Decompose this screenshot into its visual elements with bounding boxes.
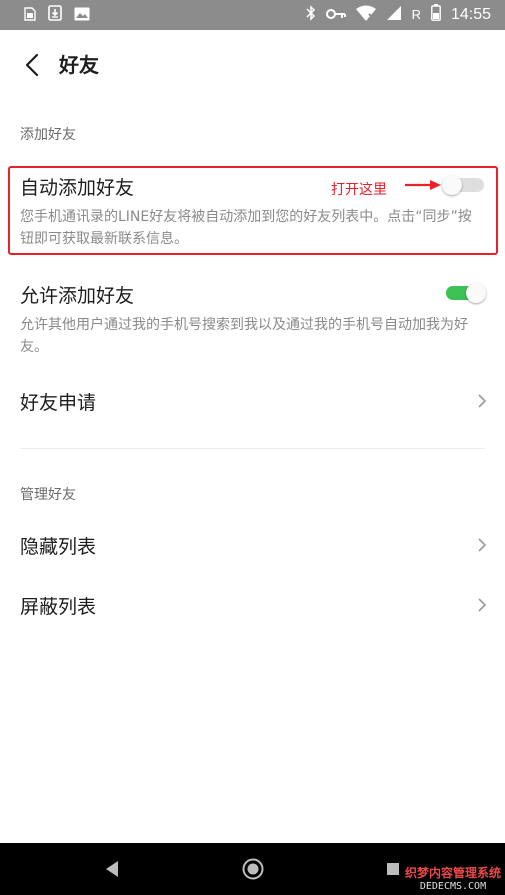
allow-add-friends-label: 允许添加好友 <box>20 285 135 307</box>
chevron-left-icon <box>25 53 39 77</box>
circle-home-icon <box>242 858 264 880</box>
chevron-right-icon <box>478 394 487 408</box>
friend-requests-row[interactable]: 好友申请 <box>0 372 505 428</box>
toggle-knob <box>466 283 486 303</box>
nav-back-button[interactable] <box>104 860 120 882</box>
app-header: 好友 <box>0 30 505 96</box>
nav-recent-button[interactable] <box>387 863 399 875</box>
nav-home-button[interactable] <box>242 858 264 884</box>
watermark: 织梦内容管理系统 DEDECMS.COM <box>405 866 501 893</box>
chevron-right-icon <box>478 598 487 612</box>
allow-add-friends-toggle[interactable] <box>442 283 486 303</box>
allow-add-friends-description: 允许其他用户通过我的手机号搜索到我以及通过我的手机号自动加我为好友。 <box>20 317 468 355</box>
battery-icon <box>431 4 441 25</box>
section-title-manage-friends: 管理好友 <box>20 487 76 503</box>
red-arrow-icon <box>404 177 442 196</box>
auto-add-friends-label: 自动添加好友 <box>20 177 135 199</box>
hidden-list-row[interactable]: 隐藏列表 <box>0 516 505 572</box>
section-title-add-friends: 添加好友 <box>20 127 76 143</box>
key-icon <box>325 5 346 24</box>
toggle-knob <box>442 175 462 195</box>
clock: 14:55 <box>450 5 491 23</box>
status-bar: R 14:55 <box>0 0 505 30</box>
signal-icon <box>386 5 402 25</box>
back-button[interactable] <box>18 50 48 80</box>
annotation-text: 打开这里 <box>331 182 387 198</box>
hidden-list-label: 隐藏列表 <box>20 536 97 558</box>
download-icon <box>48 5 62 25</box>
watermark-line-2: DEDECMS.COM <box>419 881 487 892</box>
friend-requests-label: 好友申请 <box>20 392 97 414</box>
network-type-label: R <box>411 7 421 22</box>
wifi-icon <box>355 5 376 25</box>
page-title: 好友 <box>59 53 99 77</box>
bluetooth-icon <box>306 4 316 25</box>
triangle-back-icon <box>106 861 118 877</box>
watermark-line-1: 织梦内容管理系统 <box>404 866 501 880</box>
divider <box>20 448 485 449</box>
blocked-list-row[interactable]: 屏蔽列表 <box>0 576 505 632</box>
auto-add-friends-description: 您手机通讯录的LINE好友将被自动添加到您的好友列表中。点击“同步”按钮即可获取… <box>20 209 472 247</box>
image-icon <box>74 6 90 25</box>
navigation-bar: 织梦内容管理系统 DEDECMS.COM <box>0 843 505 895</box>
auto-add-friends-toggle[interactable] <box>442 175 486 195</box>
sim-card-icon <box>24 6 36 25</box>
blocked-list-label: 屏蔽列表 <box>20 596 97 618</box>
chevron-right-icon <box>478 538 487 552</box>
